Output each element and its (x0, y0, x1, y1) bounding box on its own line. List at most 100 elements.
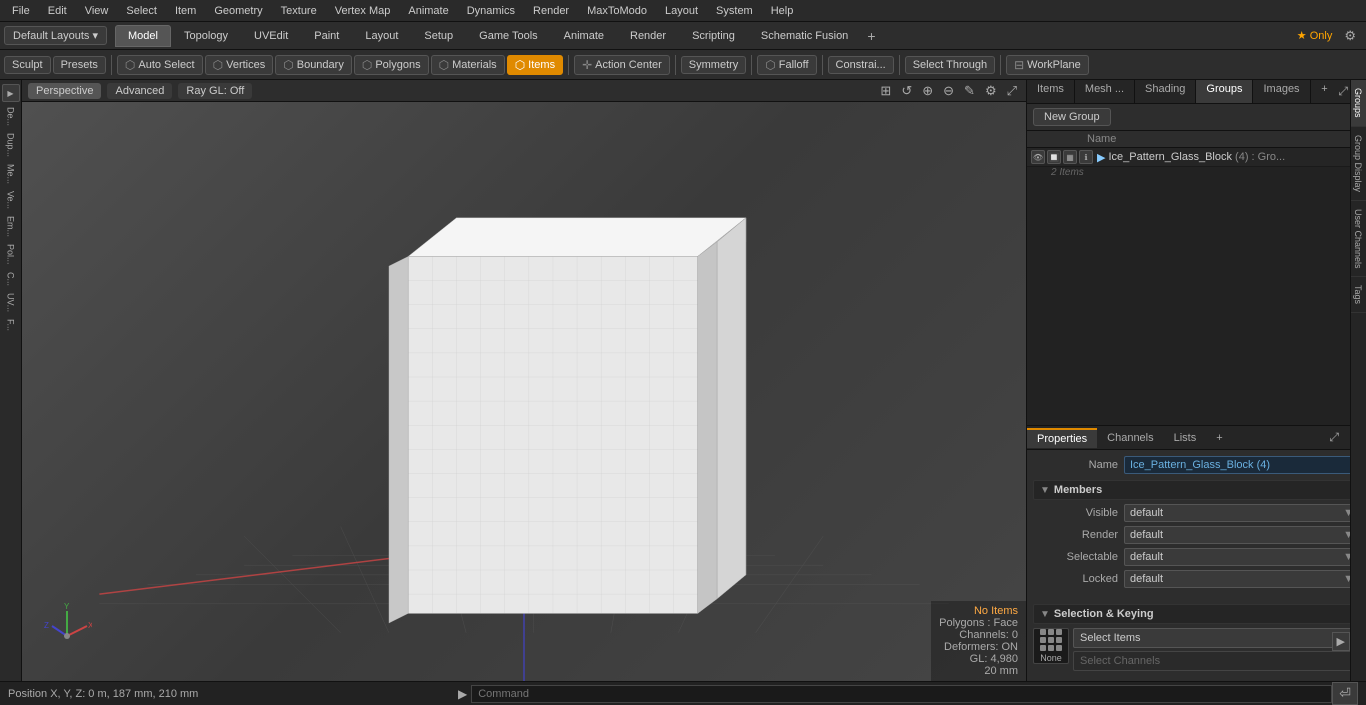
tab-render[interactable]: Render (617, 25, 679, 47)
menu-geometry[interactable]: Geometry (206, 3, 270, 19)
presets-button[interactable]: Presets (53, 56, 106, 74)
menu-help[interactable]: Help (763, 3, 802, 19)
menu-dynamics[interactable]: Dynamics (459, 3, 523, 19)
vp-icon-expand[interactable]: ⤢ (1004, 82, 1020, 100)
name-input[interactable] (1124, 456, 1360, 474)
polygons-button[interactable]: ⬡ Polygons (354, 55, 429, 75)
layout-dropdown[interactable]: Default Layouts ▾ (4, 26, 107, 45)
locked-dropdown[interactable]: default ▼ (1124, 570, 1360, 588)
menu-animate[interactable]: Animate (400, 3, 456, 19)
prop-tab-lists[interactable]: Lists (1164, 429, 1207, 447)
group-eye-icon[interactable]: 👁 (1031, 150, 1045, 164)
right-tab-mesh[interactable]: Mesh ... (1075, 80, 1135, 103)
render-value: default (1130, 529, 1163, 541)
symmetry-button[interactable]: Symmetry (681, 56, 747, 74)
vtab-tags[interactable]: Tags (1351, 277, 1366, 313)
sculpt-button[interactable]: Sculpt (4, 56, 51, 74)
group-extra-icon[interactable]: ℹ (1079, 150, 1093, 164)
menu-file[interactable]: File (4, 3, 38, 19)
selectable-dropdown[interactable]: default ▼ (1124, 548, 1360, 566)
boundary-button[interactable]: ⬡ Boundary (275, 55, 352, 75)
right-tab-groups[interactable]: Groups (1196, 80, 1253, 103)
vp-icon-zoom-in[interactable]: ⊕ (919, 82, 936, 100)
new-group-button[interactable]: New Group (1033, 108, 1111, 126)
constraints-button[interactable]: Constrai... (828, 56, 894, 74)
group-list-item[interactable]: 👁 🔲 ▦ ℹ ▶ Ice_Pattern_Glass_Block (4) : … (1027, 148, 1366, 167)
add-layout-tab[interactable]: + (861, 26, 881, 46)
select-through-button[interactable]: Select Through (905, 56, 995, 74)
vp-tab-raygl[interactable]: Ray GL: Off (178, 83, 252, 99)
vp-icon-settings[interactable]: ⚙ (982, 82, 1000, 100)
command-bar: ▶ ⏎ (458, 682, 1358, 705)
vtab-user-channels[interactable]: User Channels (1351, 201, 1366, 278)
tab-layout[interactable]: Layout (352, 25, 411, 47)
tab-animate[interactable]: Animate (551, 25, 617, 47)
group-lock-icon[interactable]: 🔲 (1047, 150, 1061, 164)
menu-view[interactable]: View (77, 3, 117, 19)
action-center-button[interactable]: ✛ Action Center (574, 55, 670, 75)
prop-tab-add[interactable]: + (1210, 430, 1228, 446)
sel-keying-header[interactable]: ▼ Selection & Keying (1033, 604, 1360, 624)
vp-tab-advanced[interactable]: Advanced (107, 83, 172, 99)
command-execute-btn[interactable]: ⏎ (1332, 682, 1358, 705)
items-button[interactable]: ⬡ Items (507, 55, 563, 75)
vertices-button[interactable]: ⬡ Vertices (205, 55, 274, 75)
workplane-label: WorkPlane (1027, 59, 1081, 71)
visible-dropdown[interactable]: default ▼ (1124, 504, 1360, 522)
viewport-canvas[interactable]: X Z Y No Items Polygons : Face Channels:… (22, 102, 1026, 681)
vp-icon-zoom-out[interactable]: ⊖ (940, 82, 957, 100)
tab-uvedit[interactable]: UVEdit (241, 25, 301, 47)
prop-tab-channels[interactable]: Channels (1097, 429, 1163, 447)
vp-icon-refresh[interactable]: ↺ (898, 82, 915, 100)
left-tool-1[interactable]: ▶ (2, 84, 20, 102)
tab-model[interactable]: Model (115, 25, 171, 47)
select-items-button[interactable]: Select Items (1073, 628, 1360, 648)
prop-icon-expand[interactable]: ⤢ (1325, 429, 1343, 446)
menu-layout[interactable]: Layout (657, 3, 706, 19)
status-gl: GL: 4,980 (939, 653, 1018, 665)
tab-gametools[interactable]: Game Tools (466, 25, 551, 47)
dot2 (1048, 629, 1054, 635)
menu-system[interactable]: System (708, 3, 761, 19)
workplane-button[interactable]: ⊟ WorkPlane (1006, 55, 1089, 75)
tab-schematic[interactable]: Schematic Fusion (748, 25, 861, 47)
auto-select-button[interactable]: ⬡ Auto Select (117, 55, 203, 75)
panel-expand-btn[interactable]: ▶ (1332, 632, 1350, 651)
right-tab-images[interactable]: Images (1253, 80, 1310, 103)
vp-icon-pen[interactable]: ✎ (961, 82, 978, 100)
sel-keying-arrow-icon: ▼ (1040, 609, 1050, 620)
vtab-groups[interactable]: Groups (1351, 80, 1366, 127)
none-icon-box[interactable]: None (1033, 628, 1069, 664)
menu-vertexmap[interactable]: Vertex Map (327, 3, 399, 19)
right-tab-items[interactable]: Items (1027, 80, 1075, 103)
members-section[interactable]: ▼ Members (1033, 480, 1360, 500)
menu-edit[interactable]: Edit (40, 3, 75, 19)
menu-select[interactable]: Select (118, 3, 165, 19)
tab-topology[interactable]: Topology (171, 25, 241, 47)
materials-button[interactable]: ⬡ Materials (431, 55, 505, 75)
right-tab-add[interactable]: + (1315, 80, 1333, 103)
menu-maxtomodo[interactable]: MaxToModo (579, 3, 655, 19)
falloff-button[interactable]: ⬡ Falloff (757, 55, 816, 75)
svg-text:Z: Z (44, 621, 49, 630)
menu-render[interactable]: Render (525, 3, 577, 19)
tab-setup[interactable]: Setup (411, 25, 466, 47)
menu-texture[interactable]: Texture (273, 3, 325, 19)
main-area: ▶ De... Dup... Me... Ve... Em... Pol... … (0, 80, 1366, 681)
tab-paint[interactable]: Paint (301, 25, 352, 47)
tab-scripting[interactable]: Scripting (679, 25, 748, 47)
svg-text:Y: Y (64, 602, 70, 611)
gear-icon[interactable]: ⚙ (1338, 26, 1362, 46)
select-channels-button[interactable]: Select Channels (1073, 651, 1360, 671)
vtab-group-display[interactable]: Group Display (1351, 127, 1366, 201)
group-mesh-icon[interactable]: ▦ (1063, 150, 1077, 164)
right-panel-expand[interactable]: ⤢ (1338, 84, 1348, 99)
command-input[interactable] (471, 685, 1332, 703)
status-no-items: No Items (939, 605, 1018, 617)
render-dropdown[interactable]: default ▼ (1124, 526, 1360, 544)
right-tab-shading[interactable]: Shading (1135, 80, 1196, 103)
prop-tab-properties[interactable]: Properties (1027, 428, 1097, 448)
menu-item[interactable]: Item (167, 3, 204, 19)
vp-tab-perspective[interactable]: Perspective (28, 83, 101, 99)
vp-icon-cam[interactable]: ⊞ (877, 82, 894, 100)
